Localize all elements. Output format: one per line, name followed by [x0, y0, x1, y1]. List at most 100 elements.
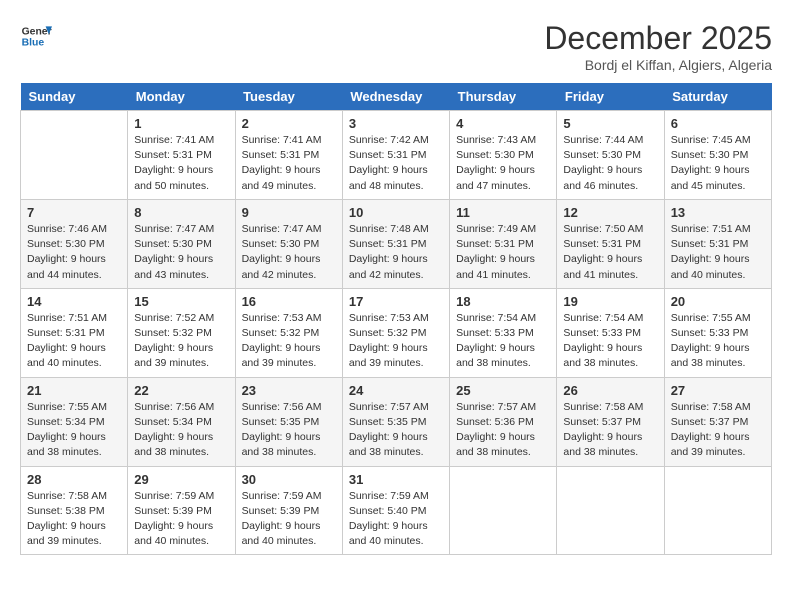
calendar-week-1: 1 Sunrise: 7:41 AMSunset: 5:31 PMDaylight…	[21, 111, 772, 200]
calendar-cell: 8 Sunrise: 7:47 AMSunset: 5:30 PMDaylight…	[128, 199, 235, 288]
calendar-week-2: 7 Sunrise: 7:46 AMSunset: 5:30 PMDaylight…	[21, 199, 772, 288]
calendar-cell	[664, 466, 771, 555]
calendar-week-4: 21Sunrise: 7:55 AMSunset: 5:34 PMDayligh…	[21, 377, 772, 466]
calendar-cell: 29Sunrise: 7:59 AMSunset: 5:39 PMDayligh…	[128, 466, 235, 555]
calendar-body: 1 Sunrise: 7:41 AMSunset: 5:31 PMDaylight…	[21, 111, 772, 555]
day-header-wednesday: Wednesday	[342, 83, 449, 111]
calendar-cell: 1 Sunrise: 7:41 AMSunset: 5:31 PMDaylight…	[128, 111, 235, 200]
calendar-cell: 26 Sunrise: 7:58 AMSunset: 5:37 PMDayligh…	[557, 377, 664, 466]
cell-content: Sunrise: 7:53 AMSunset: 5:32 PMDaylight:…	[349, 311, 443, 372]
cell-content: Sunrise: 7:54 AMSunset: 5:33 PMDaylight:…	[563, 311, 657, 372]
cell-content: Sunrise: 7:41 AMSunset: 5:31 PMDaylight:…	[242, 133, 336, 194]
day-header-saturday: Saturday	[664, 83, 771, 111]
calendar-cell: 7 Sunrise: 7:46 AMSunset: 5:30 PMDaylight…	[21, 199, 128, 288]
cell-content: Sunrise: 7:57 AMSunset: 5:35 PMDaylight:…	[349, 400, 443, 461]
day-header-monday: Monday	[128, 83, 235, 111]
calendar-cell: 23 Sunrise: 7:56 AMSunset: 5:35 PMDayligh…	[235, 377, 342, 466]
day-number: 3	[349, 116, 443, 131]
cell-content: Sunrise: 7:56 AMSunset: 5:34 PMDaylight:…	[134, 400, 228, 461]
day-number: 26	[563, 383, 657, 398]
logo-icon: General Blue	[20, 20, 52, 52]
day-header-thursday: Thursday	[450, 83, 557, 111]
calendar-cell: 20Sunrise: 7:55 AMSunset: 5:33 PMDayligh…	[664, 288, 771, 377]
day-number: 7	[27, 205, 121, 220]
cell-content: Sunrise: 7:56 AMSunset: 5:35 PMDaylight:…	[242, 400, 336, 461]
day-number: 10	[349, 205, 443, 220]
calendar-cell: 17 Sunrise: 7:53 AMSunset: 5:32 PMDayligh…	[342, 288, 449, 377]
cell-content: Sunrise: 7:59 AMSunset: 5:39 PMDaylight:…	[134, 489, 228, 550]
calendar-cell: 25 Sunrise: 7:57 AMSunset: 5:36 PMDayligh…	[450, 377, 557, 466]
cell-content: Sunrise: 7:57 AMSunset: 5:36 PMDaylight:…	[456, 400, 550, 461]
calendar-cell: 6 Sunrise: 7:45 AMSunset: 5:30 PMDaylight…	[664, 111, 771, 200]
day-header-tuesday: Tuesday	[235, 83, 342, 111]
days-header-row: SundayMondayTuesdayWednesdayThursdayFrid…	[21, 83, 772, 111]
cell-content: Sunrise: 7:48 AMSunset: 5:31 PMDaylight:…	[349, 222, 443, 283]
calendar-cell: 21Sunrise: 7:55 AMSunset: 5:34 PMDayligh…	[21, 377, 128, 466]
cell-content: Sunrise: 7:44 AMSunset: 5:30 PMDaylight:…	[563, 133, 657, 194]
calendar-cell	[21, 111, 128, 200]
calendar-cell: 28 Sunrise: 7:58 AMSunset: 5:38 PMDayligh…	[21, 466, 128, 555]
logo: General Blue	[20, 20, 52, 52]
calendar-cell: 9 Sunrise: 7:47 AMSunset: 5:30 PMDaylight…	[235, 199, 342, 288]
cell-content: Sunrise: 7:43 AMSunset: 5:30 PMDaylight:…	[456, 133, 550, 194]
day-number: 6	[671, 116, 765, 131]
calendar-week-3: 14Sunrise: 7:51 AMSunset: 5:31 PMDayligh…	[21, 288, 772, 377]
day-number: 22	[134, 383, 228, 398]
calendar-cell: 3Sunrise: 7:42 AMSunset: 5:31 PMDaylight…	[342, 111, 449, 200]
page-header: General Blue December 2025 Bordj el Kiff…	[20, 20, 772, 73]
calendar-cell: 27 Sunrise: 7:58 AMSunset: 5:37 PMDayligh…	[664, 377, 771, 466]
calendar-cell: 4 Sunrise: 7:43 AMSunset: 5:30 PMDaylight…	[450, 111, 557, 200]
calendar-cell: 24 Sunrise: 7:57 AMSunset: 5:35 PMDayligh…	[342, 377, 449, 466]
calendar-cell: 5 Sunrise: 7:44 AMSunset: 5:30 PMDaylight…	[557, 111, 664, 200]
day-number: 4	[456, 116, 550, 131]
cell-content: Sunrise: 7:49 AMSunset: 5:31 PMDaylight:…	[456, 222, 550, 283]
cell-content: Sunrise: 7:55 AMSunset: 5:33 PMDaylight:…	[671, 311, 765, 372]
calendar-cell: 30 Sunrise: 7:59 AMSunset: 5:39 PMDayligh…	[235, 466, 342, 555]
cell-content: Sunrise: 7:52 AMSunset: 5:32 PMDaylight:…	[134, 311, 228, 372]
calendar-cell: 19 Sunrise: 7:54 AMSunset: 5:33 PMDayligh…	[557, 288, 664, 377]
calendar-cell: 18Sunrise: 7:54 AMSunset: 5:33 PMDayligh…	[450, 288, 557, 377]
cell-content: Sunrise: 7:58 AMSunset: 5:38 PMDaylight:…	[27, 489, 121, 550]
calendar-week-5: 28 Sunrise: 7:58 AMSunset: 5:38 PMDayligh…	[21, 466, 772, 555]
day-number: 28	[27, 472, 121, 487]
cell-content: Sunrise: 7:58 AMSunset: 5:37 PMDaylight:…	[671, 400, 765, 461]
day-number: 27	[671, 383, 765, 398]
day-number: 15	[134, 294, 228, 309]
day-number: 30	[242, 472, 336, 487]
cell-content: Sunrise: 7:51 AMSunset: 5:31 PMDaylight:…	[27, 311, 121, 372]
day-number: 8	[134, 205, 228, 220]
cell-content: Sunrise: 7:58 AMSunset: 5:37 PMDaylight:…	[563, 400, 657, 461]
calendar-cell	[557, 466, 664, 555]
day-number: 21	[27, 383, 121, 398]
day-number: 17	[349, 294, 443, 309]
day-number: 19	[563, 294, 657, 309]
cell-content: Sunrise: 7:47 AMSunset: 5:30 PMDaylight:…	[242, 222, 336, 283]
cell-content: Sunrise: 7:41 AMSunset: 5:31 PMDaylight:…	[134, 133, 228, 194]
day-header-sunday: Sunday	[21, 83, 128, 111]
day-number: 23	[242, 383, 336, 398]
day-number: 1	[134, 116, 228, 131]
cell-content: Sunrise: 7:47 AMSunset: 5:30 PMDaylight:…	[134, 222, 228, 283]
cell-content: Sunrise: 7:51 AMSunset: 5:31 PMDaylight:…	[671, 222, 765, 283]
calendar-cell: 2Sunrise: 7:41 AMSunset: 5:31 PMDaylight…	[235, 111, 342, 200]
cell-content: Sunrise: 7:46 AMSunset: 5:30 PMDaylight:…	[27, 222, 121, 283]
cell-content: Sunrise: 7:59 AMSunset: 5:39 PMDaylight:…	[242, 489, 336, 550]
day-number: 13	[671, 205, 765, 220]
cell-content: Sunrise: 7:54 AMSunset: 5:33 PMDaylight:…	[456, 311, 550, 372]
day-number: 11	[456, 205, 550, 220]
calendar-table: SundayMondayTuesdayWednesdayThursdayFrid…	[20, 83, 772, 555]
svg-text:Blue: Blue	[22, 38, 45, 49]
cell-content: Sunrise: 7:45 AMSunset: 5:30 PMDaylight:…	[671, 133, 765, 194]
calendar-cell: 11 Sunrise: 7:49 AMSunset: 5:31 PMDayligh…	[450, 199, 557, 288]
day-number: 5	[563, 116, 657, 131]
day-number: 25	[456, 383, 550, 398]
day-header-friday: Friday	[557, 83, 664, 111]
day-number: 9	[242, 205, 336, 220]
calendar-cell: 16Sunrise: 7:53 AMSunset: 5:32 PMDayligh…	[235, 288, 342, 377]
location: Bordj el Kiffan, Algiers, Algeria	[544, 57, 772, 73]
calendar-cell: 13 Sunrise: 7:51 AMSunset: 5:31 PMDayligh…	[664, 199, 771, 288]
day-number: 24	[349, 383, 443, 398]
calendar-cell: 31Sunrise: 7:59 AMSunset: 5:40 PMDayligh…	[342, 466, 449, 555]
cell-content: Sunrise: 7:50 AMSunset: 5:31 PMDaylight:…	[563, 222, 657, 283]
day-number: 12	[563, 205, 657, 220]
